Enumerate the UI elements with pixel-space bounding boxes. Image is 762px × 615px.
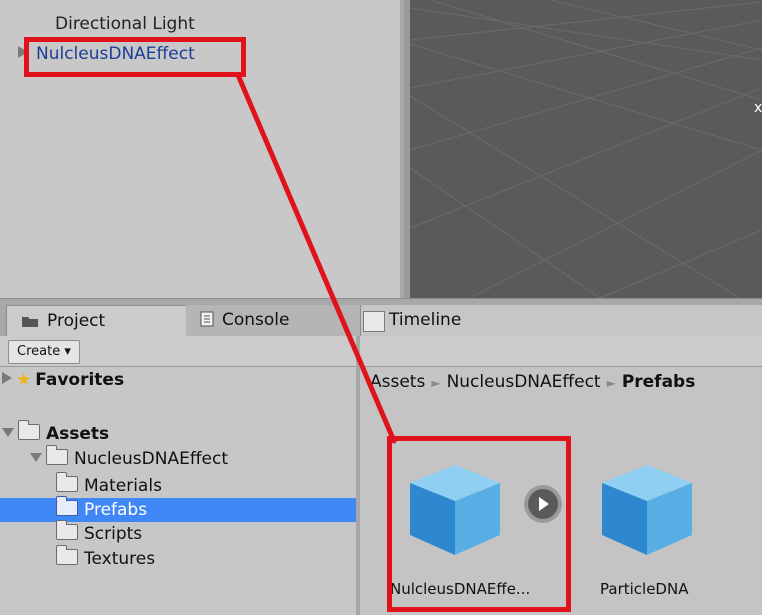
annotation-arrow <box>235 72 397 444</box>
